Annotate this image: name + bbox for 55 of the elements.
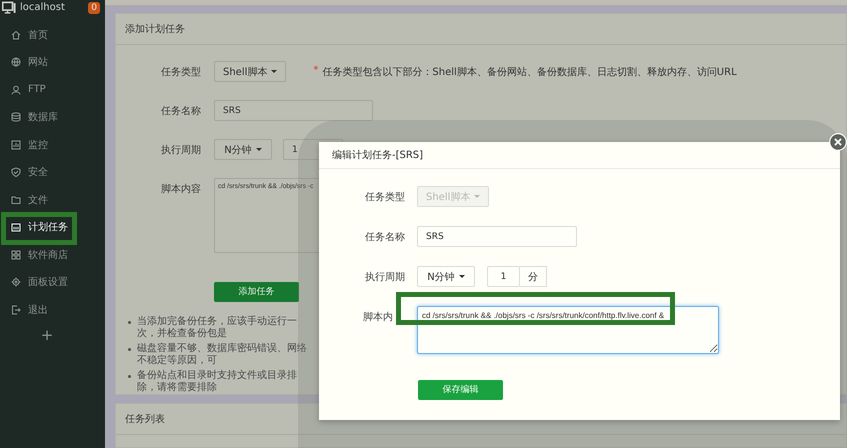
close-icon[interactable]: [829, 133, 847, 151]
caret-icon: [474, 195, 480, 198]
caret-icon: [256, 148, 262, 151]
sidebar-item[interactable]: 面板设置: [0, 268, 105, 296]
shield-icon: [11, 167, 21, 178]
home-icon: [11, 30, 21, 40]
database-icon: [11, 112, 21, 122]
note-text: 当添加完备份任务，应该手动运行一次，并检查备份包是: [137, 316, 298, 340]
field-label: 脚本内: [363, 310, 393, 324]
sidebar-item[interactable]: 数据库: [0, 104, 105, 131]
folder-icon: [11, 194, 21, 205]
add-button[interactable]: +: [0, 326, 92, 344]
hint-text: 任务类型包含以下部分：Shell脚本、备份网站、备份数据库、日志切割、释放内存、访问URL: [322, 66, 737, 78]
name-input[interactable]: SRS: [417, 226, 577, 247]
field-label: 任务类型: [365, 190, 405, 204]
sidebar-item[interactable]: 软件商店: [0, 241, 105, 268]
sidebar-item[interactable]: 退出: [0, 296, 105, 324]
sidebar-item[interactable]: 网站: [0, 48, 105, 76]
note-text: 备份站点和目录时支持文件或目录排除，请将需要排除: [137, 370, 298, 394]
field-label: 任务名称: [161, 104, 201, 118]
sidebar-item[interactable]: 计划任务: [0, 214, 105, 241]
logout-icon: [11, 304, 21, 315]
notification-badge[interactable]: 0: [88, 2, 100, 14]
required-mark: *: [313, 64, 318, 78]
field-label: 执行周期: [161, 144, 201, 156]
period-dropdown[interactable]: N分钟: [417, 266, 475, 287]
calendar-icon: [11, 222, 21, 232]
period-dropdown[interactable]: N分钟: [214, 139, 272, 160]
field-label: 执行周期: [365, 270, 405, 284]
field-label: 脚本内容: [161, 182, 201, 196]
sidebar-item[interactable]: 安全: [0, 158, 105, 186]
field-label: 任务名称: [365, 230, 405, 244]
sidebar-item[interactable]: 监控: [0, 131, 105, 158]
script-textarea[interactable]: cd /srs/srs/trunk && ./objs/srs -c /srs/srs/trunk/conf/http.flv.live.conf &: [417, 306, 719, 354]
add-task-button[interactable]: 添加任务: [214, 282, 299, 302]
host-name: localhost: [20, 2, 66, 13]
save-button[interactable]: 保存编辑: [418, 380, 503, 400]
sidebar-item[interactable]: FTP: [0, 76, 105, 104]
count-input[interactable]: 1: [487, 266, 520, 287]
bullet-icon: [128, 348, 131, 350]
type-dropdown[interactable]: Shell脚本: [214, 61, 286, 82]
unit-label: 分: [520, 266, 547, 287]
field-label: 任务类型: [161, 66, 201, 78]
user-icon: [11, 84, 21, 95]
grid-icon: [11, 250, 21, 260]
name-input[interactable]: SRS: [214, 100, 373, 121]
bullet-icon: [128, 320, 131, 324]
sidebar-item[interactable]: 文件: [0, 186, 105, 214]
sidebar-item[interactable]: 首页: [0, 21, 105, 48]
caret-icon: [271, 70, 278, 73]
caret-icon: [458, 275, 465, 278]
note-text: 磁盘容量不够、数据库密码错误、网络不稳定等原因，可: [137, 342, 308, 366]
panel-title: 添加计划任务: [116, 14, 846, 45]
globe-icon: [11, 57, 21, 68]
bullet-icon: [128, 374, 131, 378]
